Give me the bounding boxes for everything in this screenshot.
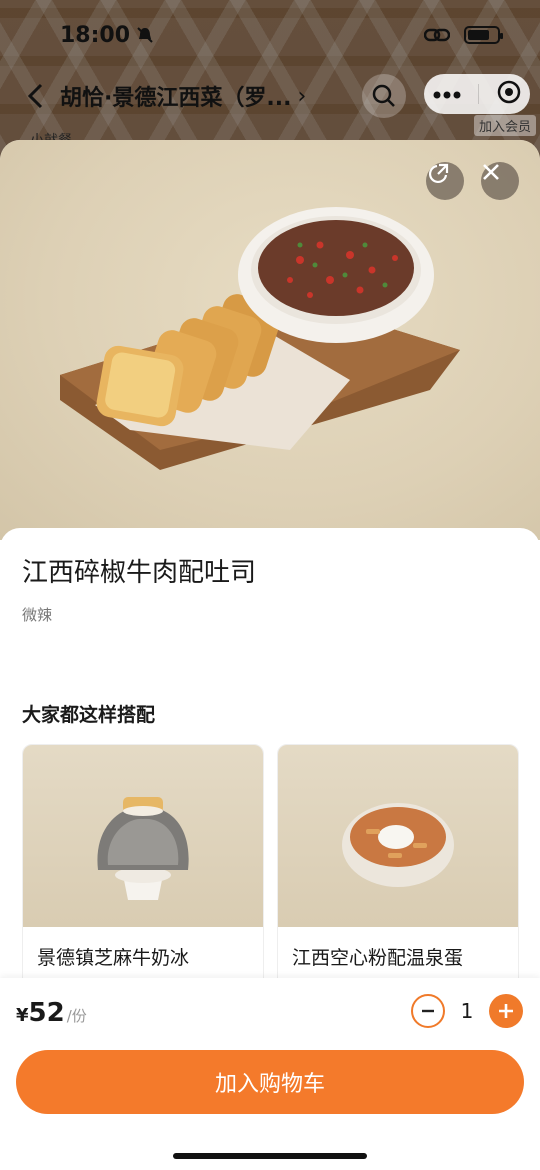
price: ¥ 52 /份 [16,998,87,1028]
decrease-button[interactable] [411,994,445,1028]
add-to-cart-button[interactable]: 加入购物车 [16,1050,524,1114]
recommend-image [23,745,263,927]
record-icon[interactable] [497,80,521,108]
plus-icon [499,1004,513,1018]
nav-bar: 胡恰·景德江西菜（罗... › [0,72,540,120]
status-time: 18:00 [60,23,154,48]
share-icon [428,163,449,184]
chevron-right-icon[interactable]: › [297,84,306,109]
search-icon [372,84,395,107]
join-member-tag[interactable]: 加入会员 [474,115,537,136]
recommend-name: 江西空心粉配温泉蛋 [292,947,464,969]
time-text: 18:00 [60,22,131,48]
status-icons [424,26,503,44]
recommend-card[interactable]: 景德镇芝麻牛奶冰 [22,744,264,1004]
recommend-title: 大家都这样搭配 [22,704,156,726]
dish-title: 江西碎椒牛肉配吐司 [22,558,257,588]
status-bar: 18:00 [0,0,540,70]
minus-icon [422,1009,434,1013]
close-icon [483,164,499,180]
home-indicator[interactable] [173,1153,367,1159]
price-value: 52 [28,998,65,1028]
dish-spice-tag: 微辣 [22,606,53,624]
recommend-image [278,745,518,927]
battery-icon [464,26,503,44]
currency-symbol: ¥ [16,1005,29,1026]
search-button[interactable] [362,74,406,118]
cart-bar: ¥ 52 /份 1 加入购物车 [0,978,540,1170]
dish-illustration [60,207,460,470]
back-button[interactable] [16,76,56,116]
close-button[interactable] [481,162,519,200]
miniprogram-capsule [424,74,530,114]
increase-button[interactable] [489,994,523,1028]
link-icon [424,26,450,44]
bell-muted-icon [136,26,154,44]
recommend-card[interactable]: 江西空心粉配温泉蛋 微辣 [277,744,519,1004]
quantity-value: 1 [460,999,474,1023]
quantity-stepper: 1 [411,994,523,1028]
share-button[interactable] [426,162,464,200]
capsule-divider [478,84,480,104]
app-screen: 18:00 胡恰·景德江西菜（罗... › 加入会员 江西碎椒牛肉配吐司 微辣 … [0,0,540,1170]
price-unit: /份 [66,1007,87,1025]
dish-photo [0,140,540,540]
recommend-name: 景德镇芝麻牛奶冰 [37,947,190,969]
more-icon[interactable] [433,85,461,104]
store-name[interactable]: 胡恰·景德江西菜（罗... [60,80,291,112]
back-icon [27,83,43,109]
